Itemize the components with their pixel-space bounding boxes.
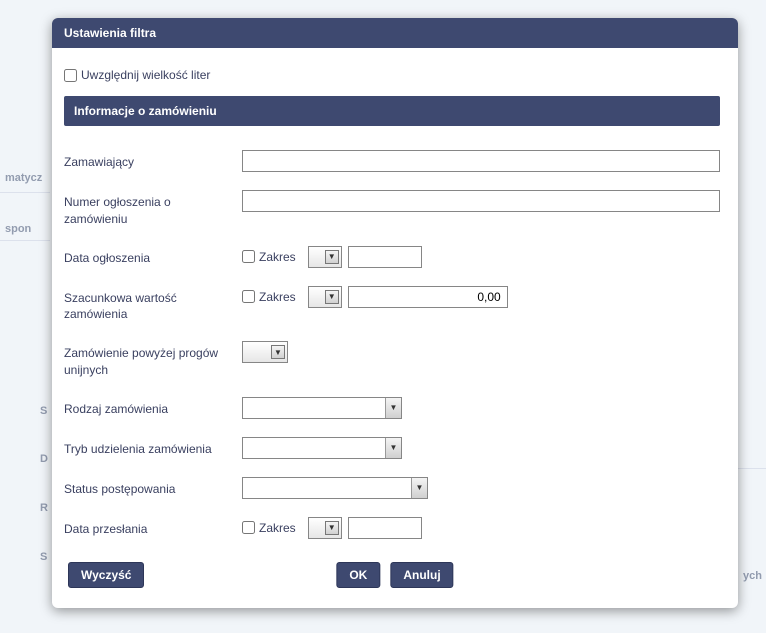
section-order-info: Informacje o zamówieniu — [64, 96, 720, 126]
chevron-down-icon: ▼ — [325, 290, 339, 304]
case-sensitive-label: Uwzględnij wielkość liter — [81, 68, 210, 82]
chevron-down-icon: ▼ — [385, 398, 401, 418]
row-rodzaj: Rodzaj zamówienia ▼ — [64, 397, 720, 419]
label-rodzaj: Rodzaj zamówienia — [64, 397, 242, 418]
filter-settings-dialog: Ustawienia filtra Uwzględnij wielkość li… — [52, 18, 738, 608]
label-numer: Numer ogłoszenia o zamówieniu — [64, 190, 242, 228]
dialog-footer: Wyczyść OK Anuluj — [64, 552, 726, 604]
select-tryb[interactable]: ▼ — [242, 437, 402, 459]
clear-button[interactable]: Wyczyść — [68, 562, 144, 588]
row-status: Status postępowania ▼ — [64, 477, 720, 499]
case-sensitive-checkbox-row[interactable]: Uwzględnij wielkość liter — [64, 68, 720, 82]
zakres-checkbox-data-przeslania[interactable] — [242, 521, 255, 534]
row-tryb: Tryb udzielenia zamówienia ▼ — [64, 437, 720, 459]
row-zamawiajacy: Zamawiający — [64, 150, 720, 172]
dialog-title: Ustawienia filtra — [52, 18, 738, 48]
input-zamawiajacy[interactable] — [242, 150, 720, 172]
row-progi: Zamówienie powyżej progów unijnych ▼ — [64, 341, 720, 379]
zakres-data-przeslania[interactable]: Zakres — [242, 521, 296, 535]
dialog-scroll-area[interactable]: Uwzględnij wielkość liter Informacje o z… — [64, 62, 726, 552]
label-zamawiajacy: Zamawiający — [64, 150, 242, 171]
label-status: Status postępowania — [64, 477, 242, 498]
row-numer: Numer ogłoszenia o zamówieniu — [64, 190, 720, 228]
chevron-down-icon: ▼ — [271, 345, 285, 359]
select-status[interactable]: ▼ — [242, 477, 428, 499]
select-progi[interactable]: ▼ — [242, 341, 288, 363]
zakres-checkbox-data-ogloszenia[interactable] — [242, 250, 255, 263]
select-rodzaj[interactable]: ▼ — [242, 397, 402, 419]
input-data-przeslania[interactable] — [348, 517, 422, 539]
ok-button[interactable]: OK — [336, 562, 380, 588]
label-tryb: Tryb udzielenia zamówienia — [64, 437, 242, 458]
input-numer[interactable] — [242, 190, 720, 212]
chevron-down-icon: ▼ — [325, 250, 339, 264]
row-data-przeslania: Data przesłania Zakres ▼ — [64, 517, 720, 539]
chevron-down-icon: ▼ — [325, 521, 339, 535]
operator-select-data-przeslania[interactable]: ▼ — [308, 517, 342, 539]
label-progi: Zamówienie powyżej progów unijnych — [64, 341, 242, 379]
input-data-ogloszenia[interactable] — [348, 246, 422, 268]
operator-select-szacunkowa[interactable]: ▼ — [308, 286, 342, 308]
label-data-ogloszenia: Data ogłoszenia — [64, 246, 242, 267]
label-data-przeslania: Data przesłania — [64, 517, 242, 538]
zakres-checkbox-szacunkowa[interactable] — [242, 290, 255, 303]
zakres-szacunkowa[interactable]: Zakres — [242, 290, 296, 304]
row-data-ogloszenia: Data ogłoszenia Zakres ▼ — [64, 246, 720, 268]
chevron-down-icon: ▼ — [411, 478, 427, 498]
cancel-button[interactable]: Anuluj — [390, 562, 453, 588]
chevron-down-icon: ▼ — [385, 438, 401, 458]
input-szacunkowa[interactable] — [348, 286, 508, 308]
case-sensitive-checkbox[interactable] — [64, 69, 77, 82]
label-szacunkowa: Szacunkowa wartość zamówienia — [64, 286, 242, 324]
row-szacunkowa: Szacunkowa wartość zamówienia Zakres ▼ — [64, 286, 720, 324]
operator-select-data-ogloszenia[interactable]: ▼ — [308, 246, 342, 268]
zakres-data-ogloszenia[interactable]: Zakres — [242, 250, 296, 264]
